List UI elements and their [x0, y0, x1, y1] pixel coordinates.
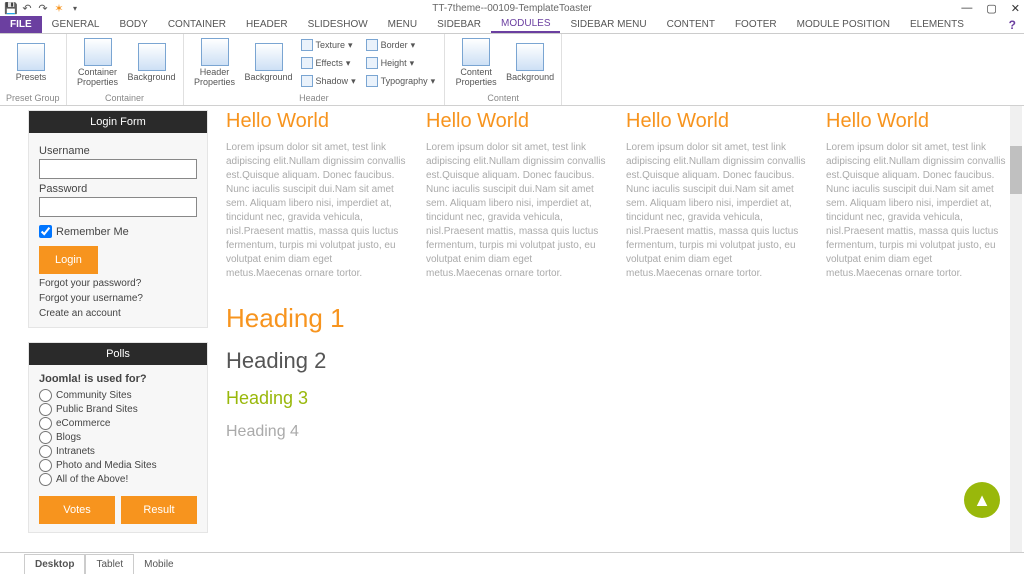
undo-icon[interactable]: ↶ [20, 1, 34, 15]
vertical-scrollbar[interactable] [1010, 106, 1022, 552]
content-background-button[interactable]: Background [505, 36, 555, 90]
tab-module-position[interactable]: MODULE POSITION [787, 16, 900, 33]
username-input[interactable] [39, 159, 197, 179]
save-icon[interactable]: 💾 [4, 1, 18, 15]
tab-general[interactable]: GENERAL [42, 16, 110, 33]
presets-button[interactable]: Presets [6, 36, 56, 90]
container-properties-button[interactable]: Container Properties [73, 36, 123, 90]
header-properties-button[interactable]: Header Properties [190, 36, 240, 90]
tab-sidebar[interactable]: SIDEBAR [427, 16, 491, 33]
result-button[interactable]: Result [121, 496, 197, 524]
login-button[interactable]: Login [39, 246, 98, 274]
redo-icon[interactable]: ↷ [36, 1, 50, 15]
tab-elements[interactable]: ELEMENTS [900, 16, 974, 33]
tab-slideshow[interactable]: SLIDESHOW [298, 16, 378, 33]
height-button[interactable]: Height ▾ [363, 55, 439, 71]
scroll-top-button[interactable]: ▲ [964, 482, 1000, 518]
remember-checkbox[interactable] [39, 225, 52, 238]
device-tab-desktop[interactable]: Desktop [24, 554, 85, 574]
effects-button[interactable]: Effects ▾ [298, 55, 359, 71]
forgot-password-link[interactable]: Forgot your password? [39, 278, 197, 289]
poll-radio[interactable] [39, 389, 52, 402]
content-properties-button[interactable]: Content Properties [451, 36, 501, 90]
tab-file[interactable]: FILE [0, 16, 42, 33]
border-button[interactable]: Border ▾ [363, 37, 439, 53]
tab-modules[interactable]: MODULES [491, 16, 560, 33]
device-tab-mobile[interactable]: Mobile [134, 555, 183, 574]
ribbon-tabs: FILE GENERAL BODY CONTAINER HEADER SLIDE… [0, 16, 1024, 34]
poll-radio[interactable] [39, 431, 52, 444]
maximize-icon[interactable]: ▢ [986, 2, 996, 15]
window-title: TT-7theme--00109-TemplateToaster [432, 3, 592, 14]
article: Hello WorldLorem ipsum dolor sit amet, t… [226, 110, 408, 281]
poll-radio[interactable] [39, 445, 52, 458]
minimize-icon[interactable]: — [961, 2, 972, 15]
device-tab-tablet[interactable]: Tablet [85, 554, 134, 574]
dropdown-icon[interactable]: ▾ [68, 1, 82, 15]
create-account-link[interactable]: Create an account [39, 308, 197, 319]
polls-header: Polls [29, 343, 207, 365]
typography-button[interactable]: Typography ▾ [363, 73, 439, 89]
header-background-button[interactable]: Background [244, 36, 294, 90]
password-input[interactable] [39, 197, 197, 217]
poll-question: Joomla! is used for? [39, 373, 197, 385]
close-icon[interactable]: ✕ [1011, 2, 1020, 15]
poll-radio[interactable] [39, 417, 52, 430]
tab-sidebar-menu[interactable]: SIDEBAR MENU [560, 16, 656, 33]
heading-4: Heading 4 [226, 423, 1008, 441]
forgot-username-link[interactable]: Forgot your username? [39, 293, 197, 304]
poll-radio[interactable] [39, 459, 52, 472]
title-bar: 💾 ↶ ↷ ✶ ▾ TT-7theme--00109-TemplateToast… [0, 0, 1024, 16]
heading-3: Heading 3 [226, 388, 1008, 409]
texture-button[interactable]: Texture ▾ [298, 37, 359, 53]
design-canvas: Login Form Username Password Remember Me… [0, 106, 1024, 552]
article: Hello WorldLorem ipsum dolor sit amet, t… [626, 110, 808, 281]
login-header: Login Form [29, 111, 207, 133]
poll-radio[interactable] [39, 403, 52, 416]
login-module: Login Form Username Password Remember Me… [28, 110, 208, 328]
tab-content[interactable]: CONTENT [657, 16, 725, 33]
votes-button[interactable]: Votes [39, 496, 115, 524]
tab-header[interactable]: HEADER [236, 16, 298, 33]
shadow-button[interactable]: Shadow ▾ [298, 73, 359, 89]
username-label: Username [39, 145, 197, 157]
password-label: Password [39, 183, 197, 195]
tab-container[interactable]: CONTAINER [158, 16, 236, 33]
device-tabs: Desktop Tablet Mobile [0, 552, 1024, 576]
joomla-icon[interactable]: ✶ [52, 1, 66, 15]
tab-menu[interactable]: MENU [378, 16, 427, 33]
tab-footer[interactable]: FOOTER [725, 16, 787, 33]
ribbon: Presets Preset Group Container Propertie… [0, 34, 1024, 106]
article: Hello WorldLorem ipsum dolor sit amet, t… [826, 110, 1008, 281]
heading-1: Heading 1 [226, 303, 1008, 334]
tab-body[interactable]: BODY [109, 16, 157, 33]
polls-module: Polls Joomla! is used for? Community Sit… [28, 342, 208, 533]
container-background-button[interactable]: Background [127, 36, 177, 90]
poll-radio[interactable] [39, 473, 52, 486]
help-icon[interactable]: ? [1009, 16, 1024, 33]
heading-2: Heading 2 [226, 348, 1008, 374]
article: Hello WorldLorem ipsum dolor sit amet, t… [426, 110, 608, 281]
